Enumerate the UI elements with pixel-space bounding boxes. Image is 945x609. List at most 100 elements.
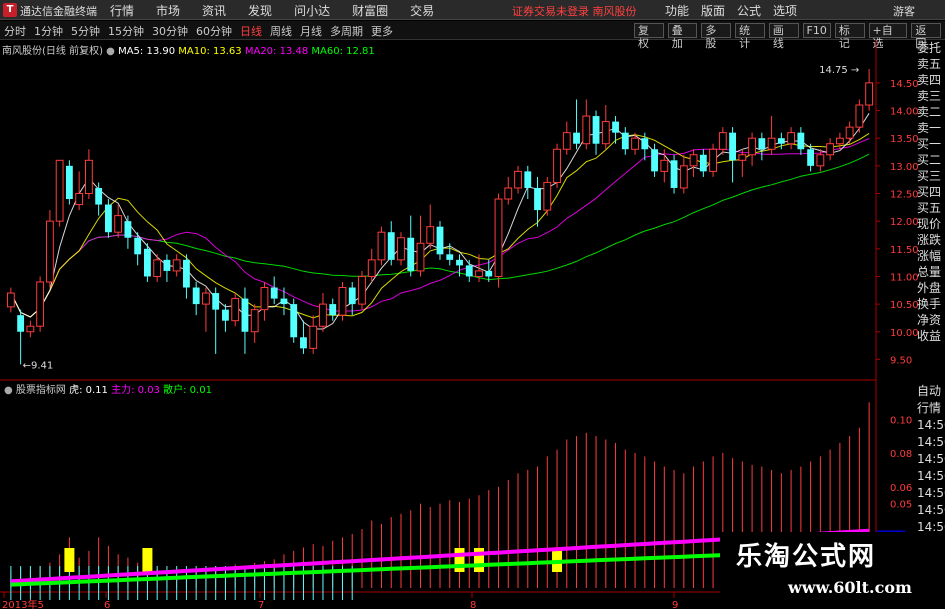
tick-item-2[interactable]: 14:50: [917, 417, 945, 434]
indicator-tick-label: 0.05: [890, 500, 912, 511]
candle-body-down: [144, 248, 151, 277]
side-item-5[interactable]: 卖一: [917, 120, 945, 136]
tick-item-3[interactable]: 14:50: [917, 434, 945, 451]
candle-body-down: [290, 304, 298, 338]
candle-body-up: [55, 159, 64, 222]
settings-dot-icon[interactable]: ●: [4, 385, 16, 396]
main-menu: 行情 市场 资讯 发现 问小达 财富圈 交易: [110, 2, 456, 19]
menu-formula[interactable]: 公式: [737, 2, 761, 19]
candle-body-up: [835, 137, 844, 145]
side-item-10[interactable]: 买五: [917, 200, 945, 216]
menu-wealth[interactable]: 财富圈: [352, 2, 388, 19]
tool-button-2[interactable]: 多股: [701, 23, 732, 50]
side-item-8[interactable]: 买三: [917, 168, 945, 184]
side-item-13[interactable]: 涨幅: [917, 248, 945, 264]
candle-body-up: [689, 154, 698, 167]
candle-body-down: [280, 298, 288, 305]
tab-4[interactable]: 30分钟: [152, 23, 188, 39]
side-item-2[interactable]: 卖四: [917, 72, 945, 88]
tool-button-1[interactable]: 叠加: [667, 23, 698, 50]
side-item-0[interactable]: 委托: [917, 40, 945, 56]
tool-button-0[interactable]: 复权: [634, 23, 664, 50]
side-item-12[interactable]: 涨跌: [917, 232, 945, 248]
tab-3[interactable]: 15分钟: [108, 23, 144, 39]
tab-7[interactable]: 周线: [270, 23, 292, 39]
tool-button-4[interactable]: 画线: [768, 23, 799, 50]
side-item-3[interactable]: 卖三: [917, 88, 945, 104]
side-item-1[interactable]: 卖五: [917, 56, 945, 72]
menu-ask[interactable]: 问小达: [294, 2, 330, 19]
high-price-label: 14.75 →: [819, 65, 859, 76]
price-tick-label: 11.50: [890, 245, 919, 256]
menu-quotes[interactable]: 行情: [110, 2, 134, 19]
side-item-16[interactable]: 换手: [917, 296, 945, 312]
menu-news[interactable]: 资讯: [202, 2, 226, 19]
menu-market[interactable]: 市场: [156, 2, 180, 19]
menu-options[interactable]: 选项: [773, 2, 797, 19]
candle-body-down: [95, 187, 103, 205]
tab-1[interactable]: 1分钟: [34, 23, 63, 39]
candle-body-up: [309, 325, 318, 349]
tick-item-7[interactable]: 14:50: [917, 502, 945, 519]
side-item-6[interactable]: 买一: [917, 136, 945, 152]
menu-discover[interactable]: 发现: [248, 2, 272, 19]
tab-2[interactable]: 5分钟: [71, 23, 100, 39]
tool-button-5[interactable]: F10: [802, 23, 831, 38]
candle-body-up: [6, 292, 15, 308]
tool-button-6[interactable]: 标记: [834, 23, 865, 50]
candle-body-down: [524, 171, 532, 188]
candle-body-down: [241, 298, 249, 332]
tick-side-panel: 自动行情14:5014:5014:5014:5014:5014:5014:50: [917, 383, 945, 536]
guest-label[interactable]: 游客: [893, 3, 915, 19]
candle-body-up: [475, 270, 483, 277]
candle-body-down: [797, 132, 805, 150]
tool-button-7[interactable]: +自选: [868, 23, 908, 50]
menu-function[interactable]: 功能: [665, 2, 689, 19]
candle-body-down: [699, 154, 707, 172]
candle-body-down: [65, 165, 73, 200]
tab-0[interactable]: 分时: [4, 23, 26, 39]
side-item-9[interactable]: 买四: [917, 184, 945, 200]
candle-body-down: [758, 138, 766, 150]
tab-10[interactable]: 更多: [371, 23, 393, 39]
menu-layout[interactable]: 版面: [701, 2, 725, 19]
tick-item-0[interactable]: 自动: [917, 383, 945, 400]
tab-9[interactable]: 多周期: [330, 23, 363, 39]
candle-body-up: [114, 215, 123, 233]
price-tick-label: 13.00: [890, 162, 919, 173]
side-item-15[interactable]: 外盘: [917, 280, 945, 296]
tick-item-4[interactable]: 14:50: [917, 451, 945, 468]
tick-item-5[interactable]: 14:50: [917, 468, 945, 485]
date-label: 6: [104, 600, 110, 609]
tab-6[interactable]: 日线: [240, 23, 262, 39]
candle-body-up: [553, 148, 561, 183]
side-item-7[interactable]: 买二: [917, 152, 945, 168]
price-tick-label: 10.50: [890, 300, 919, 311]
tiger-label: 虎: 0.11: [69, 385, 108, 396]
right-menu: 功能 版面 公式 选项: [665, 2, 809, 19]
menu-trade[interactable]: 交易: [410, 2, 434, 19]
side-item-4[interactable]: 卖二: [917, 104, 945, 120]
side-item-18[interactable]: 收益: [917, 328, 945, 344]
tool-button-8[interactable]: 返回: [911, 23, 942, 50]
side-item-11[interactable]: 现价: [917, 216, 945, 232]
tab-8[interactable]: 月线: [300, 23, 322, 39]
side-item-17[interactable]: 净资: [917, 312, 945, 328]
side-item-14[interactable]: 总量: [917, 264, 945, 280]
tab-5[interactable]: 60分钟: [196, 23, 232, 39]
candle-body-up: [865, 82, 874, 106]
ma20-label: MA20: 13.48: [244, 46, 309, 57]
candle-body-down: [183, 259, 190, 288]
yellow-signal-bar: [454, 548, 465, 572]
low-price-label: ←9.41: [23, 360, 54, 371]
kline-chart[interactable]: 14.50 14.00 13.50 13.00 12.50 12.00 11.50 11.00…: [0, 40, 945, 609]
tool-button-3[interactable]: 统计: [735, 23, 765, 50]
tick-item-1[interactable]: 行情: [917, 400, 945, 417]
price-tick-label: 11.00: [890, 272, 919, 283]
candle-body-down: [329, 304, 337, 316]
chart-tools: 复权 叠加 多股 统计 画线 F10 标记 +自选 返回: [634, 23, 945, 50]
indicator-tick-label: 0.08: [890, 449, 912, 460]
login-notice[interactable]: 证券交易未登录 南风股份: [512, 3, 637, 19]
tick-item-6[interactable]: 14:50: [917, 485, 945, 502]
settings-dot-icon[interactable]: ●: [106, 46, 118, 57]
